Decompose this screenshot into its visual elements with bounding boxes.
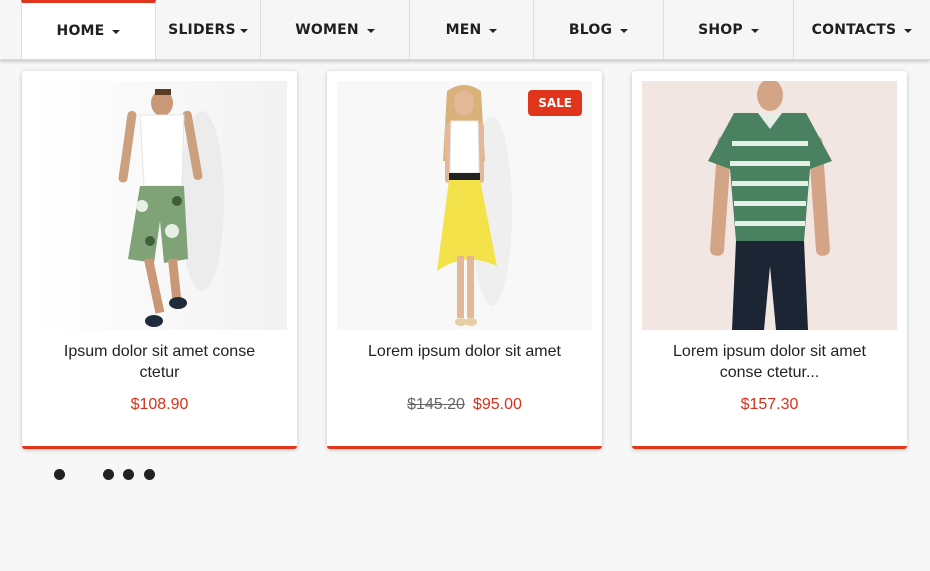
old-price-value: $145.20 — [407, 396, 465, 413]
caret-down-icon — [366, 28, 375, 33]
product-title[interactable]: Lorem ipsum dolor sit amet — [339, 341, 590, 362]
caret-down-icon — [620, 28, 629, 33]
nav-label: HOME — [56, 23, 105, 39]
nav-item-men[interactable]: MEN — [410, 0, 534, 59]
pagination-dot[interactable] — [144, 469, 155, 480]
product-image-man-shorts[interactable] — [32, 81, 287, 330]
product-image-woman-yellow-skirt[interactable]: SALE — [337, 81, 592, 330]
product-title-line: ctetur — [139, 364, 180, 381]
pagination-dot[interactable] — [123, 469, 134, 480]
product-title[interactable]: Ipsum dolor sit amet conse ctetur — [34, 341, 285, 383]
product-title-line: Lorem ipsum dolor sit amet — [673, 343, 866, 360]
caret-down-icon — [750, 28, 759, 33]
main-navigation: HOME SLIDERS WOMEN MEN BLOG SHOP CONTACT… — [0, 0, 930, 60]
pagination-dot[interactable] — [54, 469, 65, 480]
sale-badge: SALE — [528, 90, 582, 116]
caret-down-icon — [904, 28, 913, 33]
caret-down-icon — [489, 28, 498, 33]
product-card[interactable]: SALE Lorem ipsum dolor sit amet $145.20 $… — [327, 71, 602, 449]
nav-item-women[interactable]: WOMEN — [261, 0, 410, 59]
product-title-line: Lorem ipsum dolor sit amet — [368, 343, 561, 360]
nav-label: MEN — [445, 21, 482, 38]
nav-item-contacts[interactable]: CONTACTS — [794, 0, 930, 59]
product-price: $145.20 $95.00 — [327, 396, 602, 414]
product-image-man-polo[interactable] — [642, 81, 897, 330]
nav-label: SLIDERS — [168, 21, 236, 38]
product-title-line: conse ctetur... — [719, 364, 820, 381]
product-card[interactable]: Lorem ipsum dolor sit amet conse ctetur.… — [632, 71, 907, 449]
nav-label: CONTACTS — [811, 21, 897, 38]
price-value: $157.30 — [740, 396, 799, 413]
product-price: $108.90 — [22, 396, 297, 414]
product-title-line: Ipsum dolor sit amet conse — [63, 343, 256, 360]
nav-label: SHOP — [698, 21, 743, 38]
price-value: $108.90 — [130, 396, 189, 413]
nav-item-home[interactable]: HOME — [21, 0, 156, 59]
product-price: $157.30 — [632, 396, 907, 414]
product-card[interactable]: Ipsum dolor sit amet conse ctetur $108.9… — [22, 71, 297, 449]
product-title[interactable]: Lorem ipsum dolor sit amet conse ctetur.… — [644, 341, 895, 383]
price-value: $95.00 — [472, 396, 522, 413]
nav-label: WOMEN — [295, 21, 359, 38]
pagination-dot[interactable] — [103, 469, 114, 480]
caret-down-icon — [239, 28, 248, 33]
nav-item-blog[interactable]: BLOG — [534, 0, 664, 59]
nav-item-shop[interactable]: SHOP — [664, 0, 794, 59]
nav-item-sliders[interactable]: SLIDERS — [156, 0, 261, 59]
nav-label: BLOG — [568, 21, 613, 38]
caret-down-icon — [112, 30, 121, 34]
